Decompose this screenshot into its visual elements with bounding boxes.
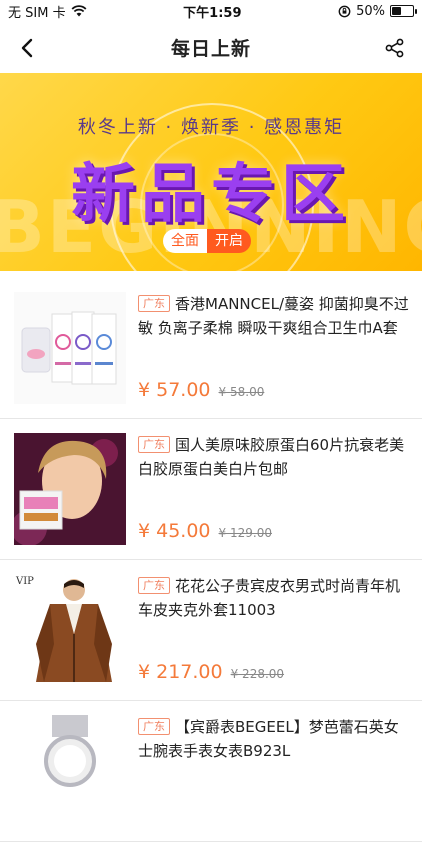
region-tag: 广东 [138, 436, 170, 453]
product-title: 广东 香港MANNCEL/蔓姿 抑菌抑臭不过敏 负离子柔棉 瞬吸干爽组合卫生巾A套… [138, 292, 410, 340]
page-title: 每日上新 [170, 37, 251, 60]
nav-bar: 每日上新 [0, 22, 422, 72]
price-row: ¥ 217.00 ¥ 228.00 [138, 661, 284, 683]
status-bar: 无 SIM 卡 下午1:59 50% [0, 0, 422, 22]
current-price: ¥ 45.00 [138, 520, 211, 542]
region-tag: 广东 [138, 577, 170, 594]
product-image [14, 715, 126, 827]
carrier-label: 无 SIM 卡 [8, 5, 66, 21]
back-button[interactable] [14, 35, 40, 61]
original-price: ¥ 58.00 [218, 385, 265, 399]
battery-percent: 50% [356, 3, 385, 19]
product-item[interactable]: 广东 香港MANNCEL/蔓姿 抑菌抑臭不过敏 负离子柔棉 瞬吸干爽组合卫生巾A套… [0, 278, 422, 419]
collagen-product-image [14, 433, 126, 545]
region-tag: 广东 [138, 718, 170, 735]
product-title-text: 花花公子贵宾皮衣男式时尚青年机车皮夹克外套11003 [138, 577, 401, 619]
price-row: ¥ 45.00 ¥ 129.00 [138, 520, 272, 542]
original-price: ¥ 228.00 [230, 667, 285, 681]
promo-banner[interactable]: BEGINNING 秋冬上新 · 焕新季 · 感恩惠矩 新品专区 全面 开启 [0, 73, 422, 271]
current-price: ¥ 57.00 [138, 379, 211, 401]
leather-jacket-image [14, 574, 126, 686]
share-button[interactable] [382, 35, 408, 61]
product-list: 广东 香港MANNCEL/蔓姿 抑菌抑臭不过敏 负离子柔棉 瞬吸干爽组合卫生巾A套… [0, 278, 422, 842]
banner-cta[interactable]: 全面 开启 [163, 229, 251, 253]
status-right: 50% [338, 3, 417, 19]
chevron-left-icon [21, 38, 33, 58]
status-left: 无 SIM 卡 [8, 2, 87, 21]
sanitary-pad-boxes-image [14, 292, 126, 404]
clock: 下午1:59 [183, 5, 242, 21]
product-item[interactable]: 广东 【宾爵表BEGEEL】梦芭蕾石英女士腕表手表女表B923L [0, 701, 422, 842]
current-price: ¥ 217.00 [138, 661, 223, 683]
product-image [14, 292, 126, 404]
battery-icon [389, 5, 417, 17]
original-price: ¥ 129.00 [218, 526, 272, 540]
price-row: ¥ 57.00 ¥ 58.00 [138, 379, 264, 401]
product-title-text: 香港MANNCEL/蔓姿 抑菌抑臭不过敏 负离子柔棉 瞬吸干爽组合卫生巾A套餐 [138, 295, 409, 337]
banner-cta-left: 全面 [163, 229, 207, 253]
product-image [14, 433, 126, 545]
product-item[interactable]: VIP 广东 花花公子贵宾皮衣男式时尚青年机车皮夹克外套11003 ¥ 217.0… [0, 560, 422, 701]
banner-slogan: 秋冬上新 · 焕新季 · 感恩惠矩 [77, 117, 345, 138]
wifi-icon [71, 5, 87, 17]
share-icon [385, 38, 404, 58]
product-title-text: 国人美原味胶原蛋白60片抗衰老美白胶原蛋白美白片包邮 [138, 436, 405, 478]
banner-headline: 新品专区 [71, 158, 351, 232]
orientation-lock-icon [338, 5, 351, 17]
region-tag: 广东 [138, 295, 170, 312]
wrist-watch-image [14, 715, 126, 827]
product-item[interactable]: 广东 国人美原味胶原蛋白60片抗衰老美白胶原蛋白美白片包邮 ¥ 45.00 ¥ 1… [0, 419, 422, 560]
product-image: VIP [14, 574, 126, 686]
product-title: 广东 花花公子贵宾皮衣男式时尚青年机车皮夹克外套11003 [138, 574, 410, 622]
product-title: 广东 【宾爵表BEGEEL】梦芭蕾石英女士腕表手表女表B923L [138, 715, 410, 763]
brand-mark: VIP [16, 576, 34, 587]
product-title: 广东 国人美原味胶原蛋白60片抗衰老美白胶原蛋白美白片包邮 [138, 433, 410, 481]
banner-cta-right: 开启 [207, 229, 251, 253]
product-title-text: 【宾爵表BEGEEL】梦芭蕾石英女士腕表手表女表B923L [138, 718, 399, 760]
battery-fill [391, 7, 401, 15]
